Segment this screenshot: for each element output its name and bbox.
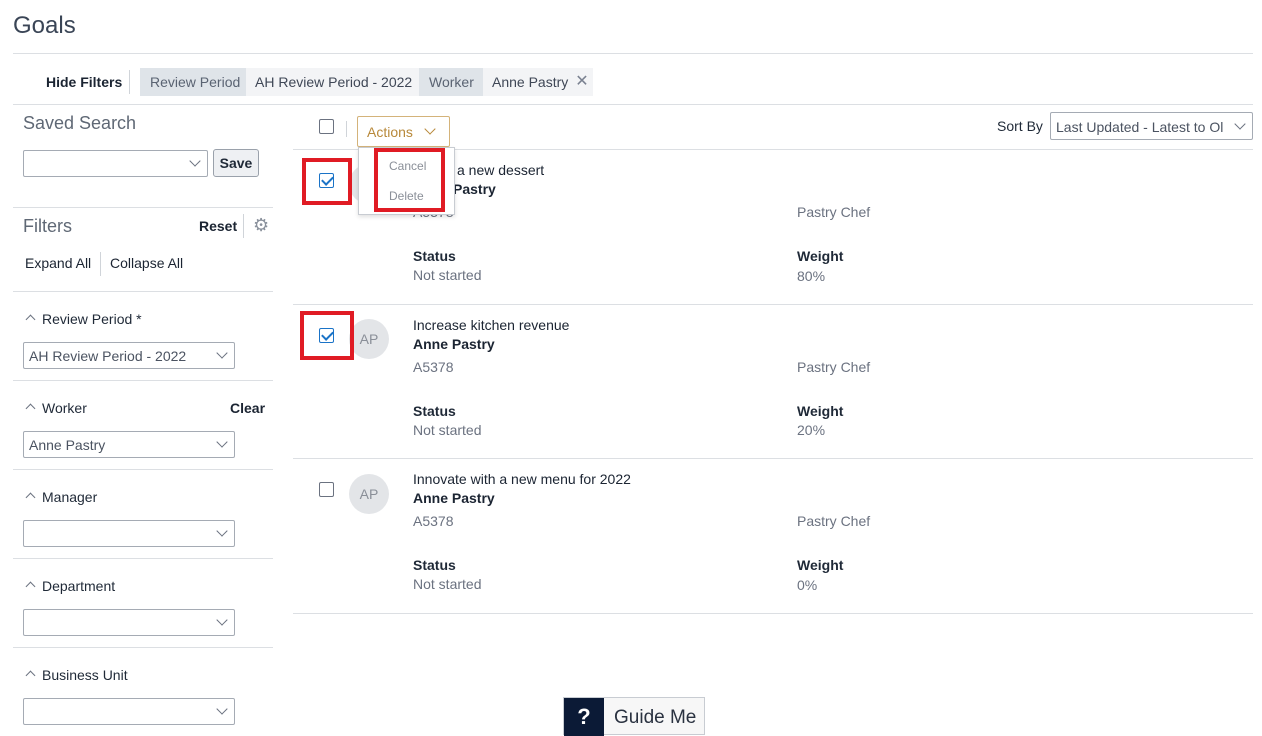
department-select[interactable] — [23, 609, 235, 636]
goal-worker: Anne Pastry — [413, 490, 495, 506]
collapse-caret-icon[interactable] — [25, 670, 36, 681]
business-unit-select[interactable] — [23, 698, 235, 725]
select-all-checkbox[interactable] — [319, 119, 334, 134]
goal-title[interactable]: Innovate with a new menu for 2022 — [413, 471, 631, 487]
avatar: AP — [349, 319, 389, 359]
divider — [293, 304, 1253, 305]
goal-checkbox[interactable] — [319, 482, 334, 497]
status-label: Status — [413, 557, 456, 573]
facet-label-review-period[interactable]: Review Period * — [42, 311, 142, 327]
status-value: Not started — [413, 422, 482, 438]
collapse-all-link[interactable]: Collapse All — [110, 255, 183, 271]
saved-search-title: Saved Search — [23, 113, 137, 133]
divider — [243, 214, 244, 238]
reset-link[interactable]: Reset — [199, 218, 237, 234]
manager-select[interactable] — [23, 520, 235, 547]
status-label: Status — [413, 403, 456, 419]
status-value: Not started — [413, 267, 482, 283]
clear-worker-link[interactable]: Clear — [230, 400, 265, 416]
divider — [13, 380, 273, 381]
goal-person-id: A5378 — [413, 513, 454, 529]
guide-me-button[interactable]: ? Guide Me — [563, 697, 705, 736]
divider — [13, 207, 273, 208]
status-label: Status — [413, 248, 456, 264]
facet-label-department[interactable]: Department — [42, 578, 115, 594]
hide-filters-link[interactable]: Hide Filters — [46, 74, 122, 90]
divider — [293, 458, 1253, 459]
highlight-box — [374, 148, 445, 212]
goal-role: Pastry Chef — [797, 359, 871, 375]
expand-all-link[interactable]: Expand All — [25, 255, 91, 271]
gear-icon[interactable]: ⚙ — [253, 215, 269, 236]
sort-by-label: Sort By — [997, 118, 1043, 134]
goal-worker: Anne Pastry — [413, 336, 495, 352]
help-icon: ? — [564, 698, 604, 736]
sort-by-value: Last Updated - Latest to Ol — [1056, 119, 1224, 135]
page-title: Goals — [13, 12, 76, 39]
weight-value: 0% — [797, 577, 818, 593]
collapse-caret-icon[interactable] — [25, 492, 36, 503]
divider — [129, 70, 130, 94]
chevron-down-icon — [216, 703, 228, 715]
avatar: AP — [349, 474, 389, 514]
divider — [13, 558, 273, 559]
filter-bar-divider — [13, 104, 1253, 105]
filter-chip-label-review-period: Review Period — [140, 68, 251, 96]
review-period-value: AH Review Period - 2022 — [29, 348, 187, 364]
status-value: Not started — [413, 576, 482, 592]
facet-label-worker[interactable]: Worker — [42, 400, 87, 416]
chevron-down-icon — [216, 614, 228, 626]
collapse-caret-icon[interactable] — [25, 581, 36, 592]
goal-role: Pastry Chef — [797, 204, 871, 220]
chevron-down-icon — [216, 525, 228, 537]
weight-label: Weight — [797, 557, 844, 573]
worker-value: Anne Pastry — [29, 437, 106, 453]
chevron-down-icon — [189, 155, 201, 167]
divider — [13, 647, 273, 648]
collapse-caret-icon[interactable] — [25, 314, 36, 325]
weight-value: 80% — [797, 268, 826, 284]
filters-title: Filters — [23, 216, 72, 236]
facet-label-business-unit[interactable]: Business Unit — [42, 667, 128, 683]
goal-role: Pastry Chef — [797, 513, 871, 529]
facet-label-manager[interactable]: Manager — [42, 489, 97, 505]
divider — [293, 613, 1253, 614]
header-divider — [13, 53, 1253, 54]
goal-worker: Pastry — [453, 181, 496, 197]
chevron-down-icon — [216, 347, 228, 359]
actions-label: Actions — [367, 124, 413, 140]
weight-label: Weight — [797, 248, 844, 264]
weight-label: Weight — [797, 403, 844, 419]
chevron-down-icon — [216, 436, 228, 448]
actions-button[interactable]: Actions — [357, 116, 450, 147]
highlight-box — [302, 158, 352, 205]
sort-by-select[interactable]: Last Updated - Latest to Ol — [1050, 112, 1253, 140]
highlight-box — [300, 311, 354, 360]
review-period-select[interactable]: AH Review Period - 2022 — [23, 342, 235, 369]
save-button[interactable]: Save — [213, 149, 259, 177]
goal-person-id: A5378 — [413, 359, 454, 375]
goal-title[interactable]: a new dessert — [457, 162, 544, 178]
weight-value: 20% — [797, 422, 826, 438]
saved-search-select[interactable] — [23, 150, 208, 177]
divider — [13, 291, 273, 292]
chevron-down-icon — [424, 123, 436, 135]
remove-filter-icon[interactable]: ✕ — [571, 68, 593, 96]
filter-chip-value-worker: Anne Pastry — [483, 68, 578, 96]
filter-chip-label-worker: Worker — [419, 68, 484, 96]
goal-title[interactable]: Increase kitchen revenue — [413, 317, 569, 333]
divider — [100, 252, 101, 276]
guide-me-label: Guide Me — [614, 707, 697, 728]
collapse-caret-icon[interactable] — [25, 403, 36, 414]
divider — [346, 121, 347, 137]
chevron-down-icon — [1234, 118, 1246, 130]
divider — [13, 469, 273, 470]
worker-select[interactable]: Anne Pastry — [23, 431, 235, 458]
filter-chip-value-review-period: AH Review Period - 2022 — [246, 68, 422, 96]
